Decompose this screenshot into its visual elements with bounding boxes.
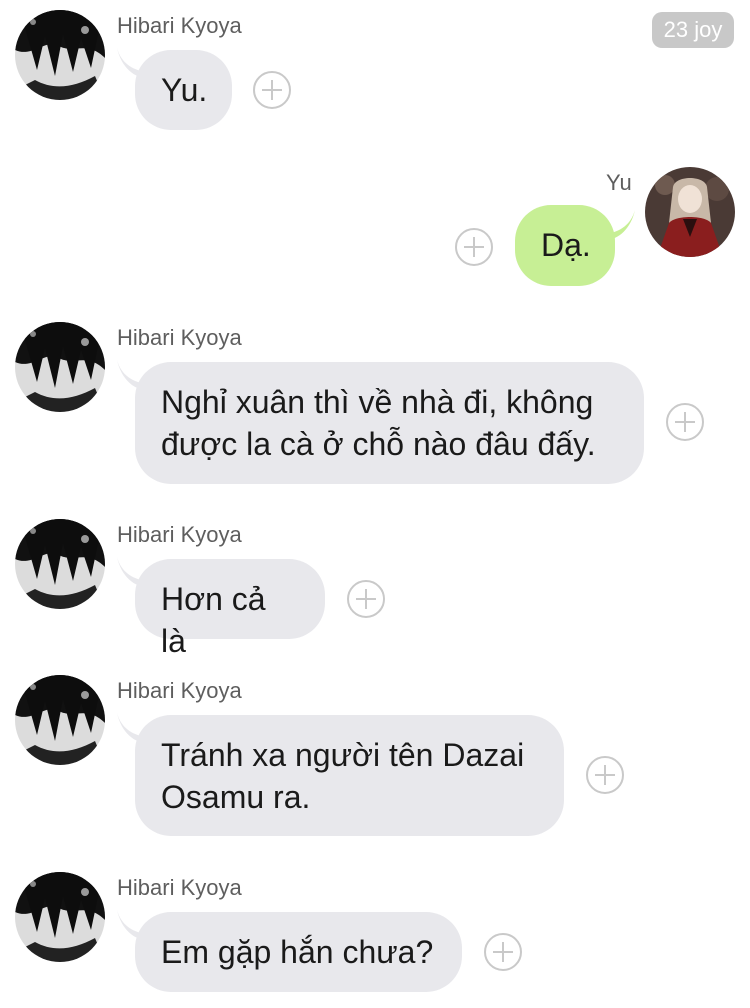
message-bubble[interactable]: Em gặp hắn chưa? [135, 912, 462, 992]
sender-name: Hibari Kyoya [117, 325, 242, 350]
add-reaction-icon[interactable] [666, 403, 704, 441]
message-bubble[interactable]: Yu. [135, 50, 232, 130]
self-avatar[interactable] [645, 167, 735, 257]
sender-name: Hibari Kyoya [117, 678, 242, 703]
sender-avatar[interactable] [15, 872, 105, 962]
sender-avatar[interactable] [15, 675, 105, 765]
sender-name: Hibari Kyoya [117, 875, 242, 900]
message-bubble[interactable]: Nghỉ xuân thì về nhà đi, không được la c… [135, 362, 644, 484]
add-reaction-icon[interactable] [586, 756, 624, 794]
chapter-badge: 23 joy [652, 12, 734, 48]
message-bubble[interactable]: Hơn cả là [135, 559, 325, 659]
sender-avatar[interactable] [15, 322, 105, 412]
add-reaction-icon[interactable] [347, 580, 385, 618]
sender-avatar[interactable] [15, 519, 105, 609]
sender-name: Yu [606, 170, 632, 195]
add-reaction-icon[interactable] [484, 933, 522, 971]
sender-avatar[interactable] [15, 10, 105, 100]
message-bubble[interactable]: Tránh xa người tên Dazai Osamu ra. [135, 715, 564, 836]
add-reaction-icon[interactable] [455, 228, 493, 266]
add-reaction-icon[interactable] [253, 71, 291, 109]
sender-name: Hibari Kyoya [117, 522, 242, 547]
message-bubble[interactable]: Dạ. [515, 205, 615, 286]
sender-name: Hibari Kyoya [117, 13, 242, 38]
